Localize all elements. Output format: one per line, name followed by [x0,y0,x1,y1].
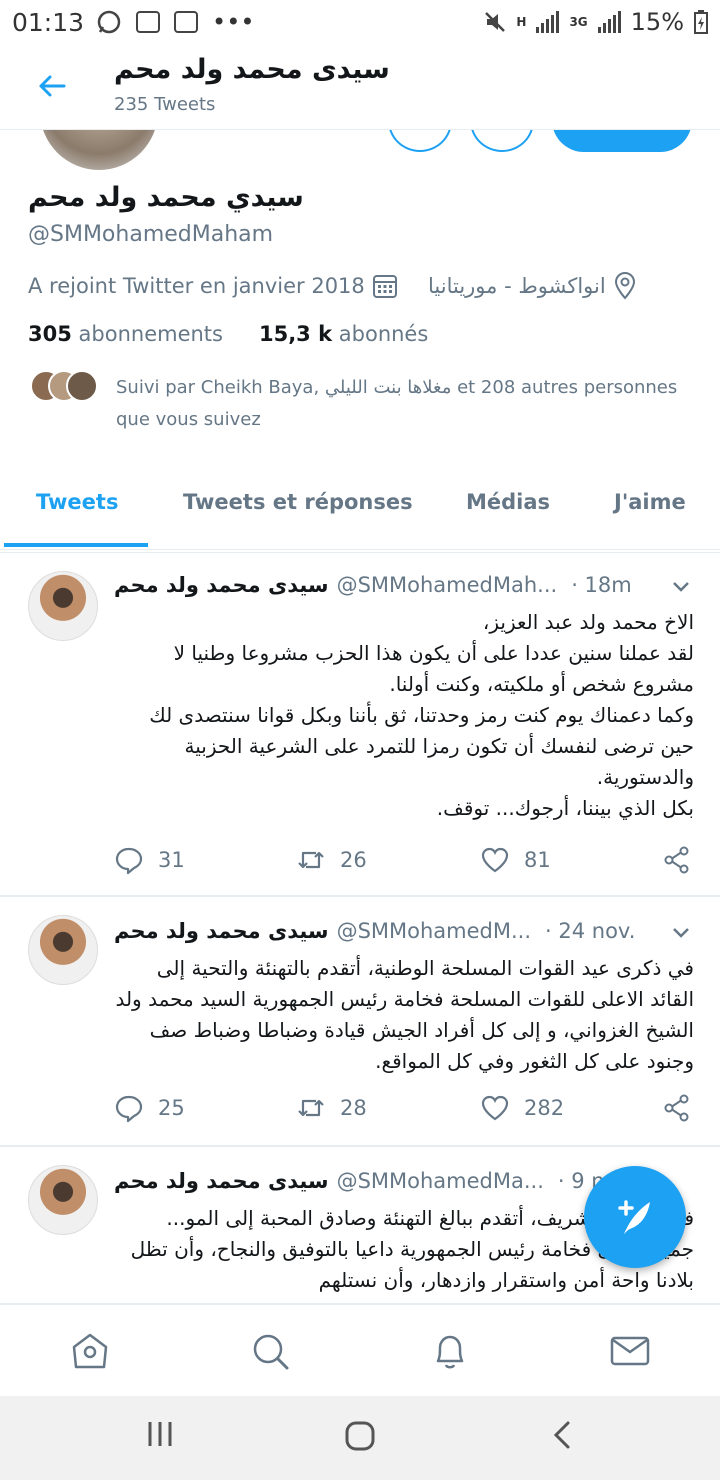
tweet-avatar[interactable] [28,571,98,641]
followers-count: 15,3 k [258,322,333,346]
mute-icon [485,12,506,32]
location-pin-icon [614,272,635,300]
profile-tabs: Tweets Tweets et réponses Médias J'aime [0,470,720,550]
like-icon [481,1095,509,1121]
following-label: abonnements [78,322,223,346]
tweet-text: في ذكرى عيد القوات المسلحة الوطنية، أتقد… [115,956,694,1073]
home-button-icon[interactable] [344,1420,376,1452]
battery-percent: 15% [630,8,684,36]
reply-count: 25 [158,1096,185,1120]
compose-tweet-icon [618,1200,650,1234]
calendar-icon [372,275,397,298]
retweet-icon [298,1099,324,1117]
followers-label: abonnés [338,322,429,346]
mutual-followers-avatars[interactable] [30,370,100,402]
tweet-author-handle: @SMMohamedMa... [336,1169,544,1193]
following-count: 305 [28,322,72,346]
more-dots-icon: ••• [212,8,255,36]
tweet-avatar[interactable] [28,1165,98,1235]
reply-count: 31 [158,848,185,872]
retweet-icon [298,851,324,869]
share-icon [664,1094,689,1122]
tweet-author-handle: @SMMohamedM... [336,919,532,943]
share-icon [664,846,689,874]
bottom-navigation [0,1304,720,1396]
joined-label: A rejoint Twitter en janvier 2018 [28,274,365,298]
status-bar: 01:13 ••• H 3G 15% [0,0,720,44]
like-button[interactable]: 81 [480,845,551,875]
search-icon[interactable] [250,1331,290,1371]
tweet-author-name: سيدى محمد ولد محم [114,1169,329,1193]
avatar [66,370,98,402]
notifications-icon[interactable] [430,1331,470,1371]
battery-charging-icon [694,10,708,34]
follow-stats: 305 abonnements 15,3 k abonnés [28,322,428,346]
signal-icon-2 [597,11,621,33]
tweet-time: · 18m [571,573,632,597]
followed-by-text[interactable]: Suivi par Cheikh Baya, مغلاها بنت الليلي… [116,372,706,436]
followers-stat[interactable]: 15,3 k abonnés [259,322,428,346]
home-icon[interactable] [70,1331,110,1371]
tab-media[interactable]: Médias [466,470,550,550]
profile-handle: @SMMohamedMaham [28,222,274,247]
tweet-actions: 31 26 81 [114,845,694,885]
tweet[interactable]: سيدى محمد ولد محم @SMMohamedM... · 24 no… [0,896,720,1146]
tweet-author-handle: @SMMohamedMah... [336,573,558,597]
retweet-count: 26 [340,848,367,872]
tweet-actions: 25 28 282 [114,1093,694,1133]
following-stat[interactable]: 305 abonnements [28,322,223,346]
tweet[interactable]: سيدى محمد ولد محم @SMMohamedMah... · 18m… [0,552,720,896]
profile-header-bar: سيدى محمد ولد محم 235 Tweets [0,44,720,130]
network-type-h: H [516,15,527,29]
tweet-author-name: سيدى محمد ولد محم [114,573,329,597]
tab-likes[interactable]: J'aime [614,470,686,550]
active-tab-indicator [4,543,148,547]
reply-icon [115,1095,143,1123]
tweet-author-name: سيدى محمد ولد محم [114,919,329,943]
share-button[interactable] [662,1093,692,1123]
whatsapp-icon [97,10,121,34]
tweet-time: · 24 nov. [545,919,636,943]
retweet-button[interactable]: 26 [296,845,367,875]
tab-tweets-and-replies[interactable]: Tweets et réponses [183,470,413,550]
header-tweet-count: 235 Tweets [114,94,216,115]
profile-display-name: سيدي محمد ولد محم [28,182,304,213]
retweet-button[interactable]: 28 [296,1093,367,1123]
back-arrow-icon[interactable] [34,68,70,104]
reply-icon [115,847,143,875]
like-count: 81 [524,848,551,872]
chevron-down-icon[interactable] [670,921,692,943]
reply-button[interactable]: 25 [114,1093,185,1123]
tweet-avatar[interactable] [28,915,98,985]
signal-icon [536,11,560,33]
messages-icon[interactable] [610,1331,650,1371]
message-icon [174,11,199,33]
tweet-header: سيدى محمد ولد محم @SMMohamedM... · 24 no… [114,915,696,947]
like-count: 282 [524,1096,565,1120]
like-button[interactable]: 282 [480,1093,564,1123]
compose-tweet-button[interactable] [584,1166,686,1268]
header-name: سيدى محمد ولد محم [114,54,390,85]
tweet-header: سيدى محمد ولد محم @SMMohamedMah... · 18m [114,569,696,601]
share-button[interactable] [662,845,692,875]
recent-apps-icon[interactable] [146,1420,174,1448]
reply-button[interactable]: 31 [114,845,185,875]
chevron-down-icon[interactable] [670,575,692,597]
status-time: 01:13 [12,7,85,37]
like-icon [481,847,509,873]
network-type-3g: 3G [569,15,588,29]
system-navigation-bar [0,1396,720,1480]
joined-date: A rejoint Twitter en janvier 2018 [28,272,399,300]
location-label: انواكشوط - موريتانيا [428,274,606,298]
back-icon[interactable] [550,1420,574,1450]
retweet-count: 28 [340,1096,367,1120]
tab-tweets[interactable]: Tweets [36,470,118,550]
gallery-icon [136,11,161,33]
tweet-text: الاخ محمد ولد عبد العزيز، لقد عملنا سنين… [149,610,694,820]
location: انواكشوط - موريتانيا [428,272,638,300]
